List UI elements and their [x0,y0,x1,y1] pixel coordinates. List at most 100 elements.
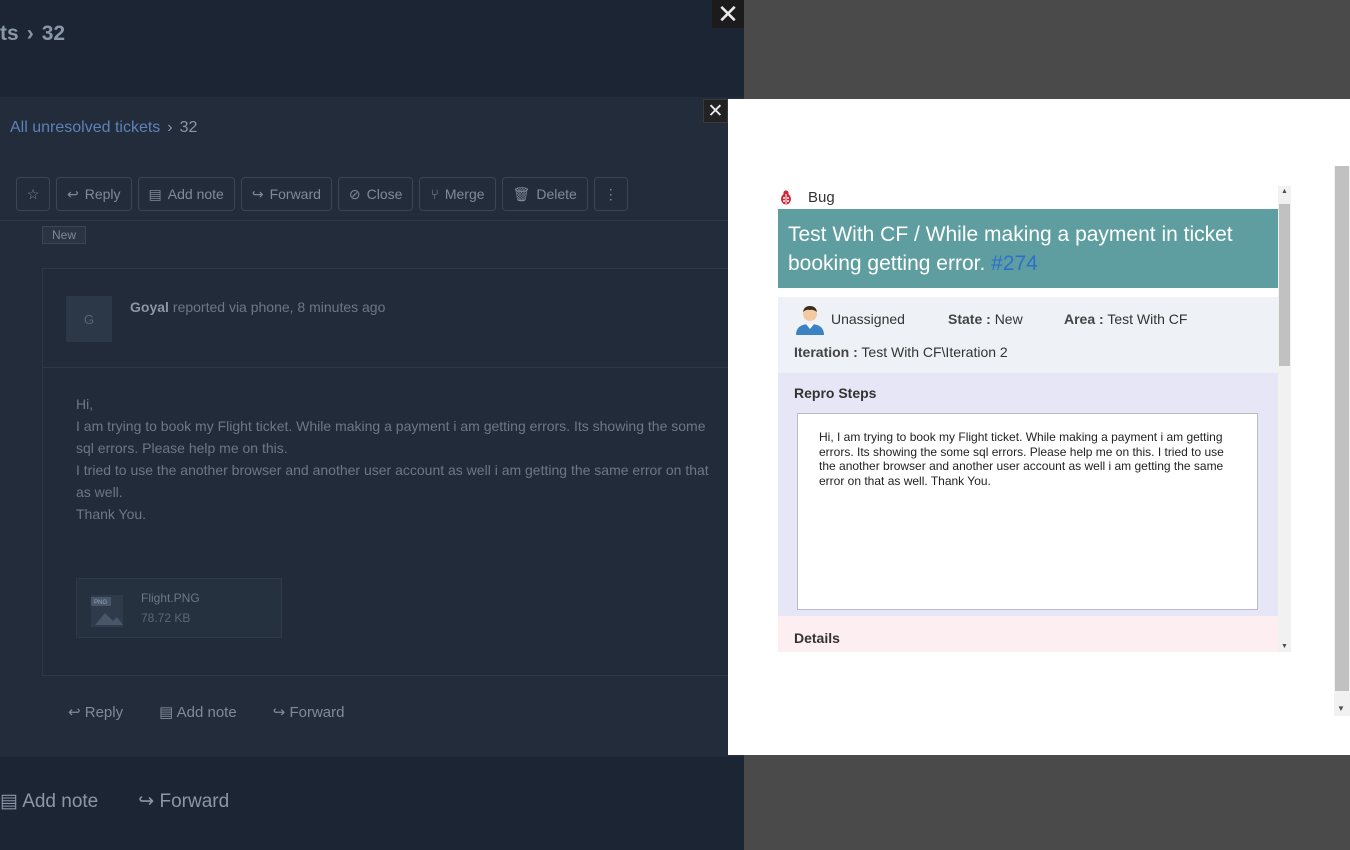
description-line: I am trying to book my Flight ticket. Wh… [76,418,706,456]
forward-icon: ↪ [272,704,290,721]
work-item-title: Test With CF / While making a payment in… [788,220,1268,278]
close-icon: ✕ [717,0,739,29]
merge-button[interactable]: ⑂ Merge [419,177,496,211]
person-avatar-icon [796,306,824,335]
merge-label: Merge [444,186,485,202]
description-line: Thank You. [76,506,147,522]
area-value: Test With CF [1107,311,1188,327]
close-panel-button[interactable]: ✕ [712,0,744,29]
top-breadcrumb: ts › 32 [0,22,65,46]
forward-action-label: Forward [289,704,345,721]
details-section: Details [778,616,1278,652]
scroll-down-arrow-icon[interactable]: ▼ [1281,643,1288,650]
merge-icon: ⑂ [430,186,439,202]
details-title: Details [794,630,840,646]
add-note-action-label: Add note [176,704,237,721]
add-note-label: Add note [167,186,224,202]
area-field: Area : Test With CF [1064,311,1187,327]
breadcrumb-parent-link[interactable]: ts [0,22,19,45]
note-icon: ▤ [148,185,162,202]
footer-add-note-label: Add note [22,791,99,812]
chevron-right-icon: › [167,119,173,136]
work-item-id-link[interactable]: #274 [991,252,1038,275]
ticket-description: Hi, I am trying to book my Flight ticket… [76,393,716,525]
reply-label: Reply [84,186,121,202]
reporter-line: Goyal reported via phone, 8 minutes ago [130,299,385,315]
ticket-toolbar: ☆ ↩ Reply ▤ Add note ↪ Forward ⊘ Close ⑂ Merg… [16,177,628,211]
modal-scrollbar[interactable]: ▼ [1334,166,1350,716]
footer-forward-action[interactable]: ↪ Forward [138,790,229,813]
background-app: ts › 32 All unresolved tickets › 32 ☆ ↩ Reply… [0,0,744,850]
iteration-label: Iteration : [794,344,858,360]
area-label: Area : [1064,311,1104,327]
add-note-action[interactable]: ▤ Add note [159,703,237,721]
reporter-meta: reported via phone, 8 minutes ago [172,299,386,315]
attachment-size: 78.72 KB [141,611,191,625]
close-label: Close [366,186,403,202]
close-icon: ✕ [707,100,724,122]
forward-icon: ↪ [138,791,160,812]
reply-icon: ↩ [67,185,79,202]
reply-icon: ↩ [68,704,85,721]
inner-breadcrumb: All unresolved tickets › 32 [10,119,197,137]
svg-text:PNG: PNG [94,600,107,606]
work-item-card: Bug Test With CF / While making a paymen… [778,186,1291,652]
breadcrumb-current: 32 [41,22,66,45]
attachment-card[interactable]: PNG Flight.PNG 78.72 KB [76,578,282,638]
card-scrollbar[interactable]: ▲ ▼ [1278,186,1291,652]
work-item-type-row: Bug [778,186,835,208]
forward-action[interactable]: ↪ Forward [273,703,345,721]
toolbar-divider [0,220,744,221]
close-ticket-button[interactable]: ⊘ Close [337,177,414,211]
delete-button[interactable]: 🗑 Delete [501,177,588,211]
note-icon: ▤ [0,791,23,812]
breadcrumb-all-unresolved-link[interactable]: All unresolved tickets [10,119,160,136]
modal-scrollbar-thumb[interactable] [1335,166,1349,691]
attachment-name: Flight.PNG [141,591,200,605]
scroll-up-arrow-icon[interactable]: ▲ [1281,188,1288,195]
more-options-button[interactable]: ⋮ [593,177,628,211]
reporter-name[interactable]: Goyal [130,299,169,315]
work-item-title-bar: Test With CF / While making a payment in… [778,209,1278,288]
breadcrumb-ticket-id: 32 [179,119,198,136]
state-field: State : New [948,311,1023,327]
avatar: G [66,296,112,342]
state-label: State : [948,311,991,327]
conversation-divider [42,367,744,368]
add-note-button[interactable]: ▤ Add note [137,177,235,211]
card-scrollbar-thumb[interactable] [1279,204,1290,366]
work-item-type: Bug [808,188,835,206]
repro-steps-title: Repro Steps [794,385,877,401]
bug-icon [781,190,791,205]
forward-button[interactable]: ↪ Forward [240,177,332,211]
chevron-right-icon: › [26,22,34,45]
reply-action[interactable]: ↩ Reply [68,703,123,721]
description-line: Hi, [76,396,94,412]
forward-icon: ↪ [251,185,264,202]
scroll-down-arrow-icon[interactable]: ▼ [1337,704,1345,713]
status-badge: New [42,226,87,244]
check-circle-icon: ⊘ [348,185,361,202]
trash-icon: 🗑 [512,185,531,202]
iteration-value: Test With CF\Iteration 2 [861,344,1008,360]
work-item-meta: Unassigned State : New Area : Test With … [778,297,1278,373]
close-modal-button[interactable]: ✕ [703,99,728,123]
reply-action-label: Reply [84,704,124,721]
description-line: I tried to use the another browser and a… [76,462,709,500]
reply-button[interactable]: ↩ Reply [56,177,132,211]
star-button[interactable]: ☆ [16,177,50,211]
iteration-field: Iteration : Test With CF\Iteration 2 [794,344,1008,360]
footer-forward-label: Forward [159,791,230,812]
footer-actions: ▤ Add note ↪ Forward [0,790,229,813]
footer-add-note-action[interactable]: ▤ Add note [0,790,98,813]
repro-steps-section: Repro Steps Hi, I am trying to book my F… [778,373,1278,616]
forward-label: Forward [269,186,321,202]
assignee: Unassigned [831,311,905,327]
note-icon: ▤ [159,704,177,721]
image-file-icon: PNG [91,595,123,627]
kebab-icon: ⋮ [603,185,618,202]
state-value: New [994,311,1023,327]
conversation-actions: ↩ Reply ▤ Add note ↪ Forward [68,703,344,721]
star-icon: ☆ [26,185,40,202]
delete-label: Delete [536,186,577,202]
